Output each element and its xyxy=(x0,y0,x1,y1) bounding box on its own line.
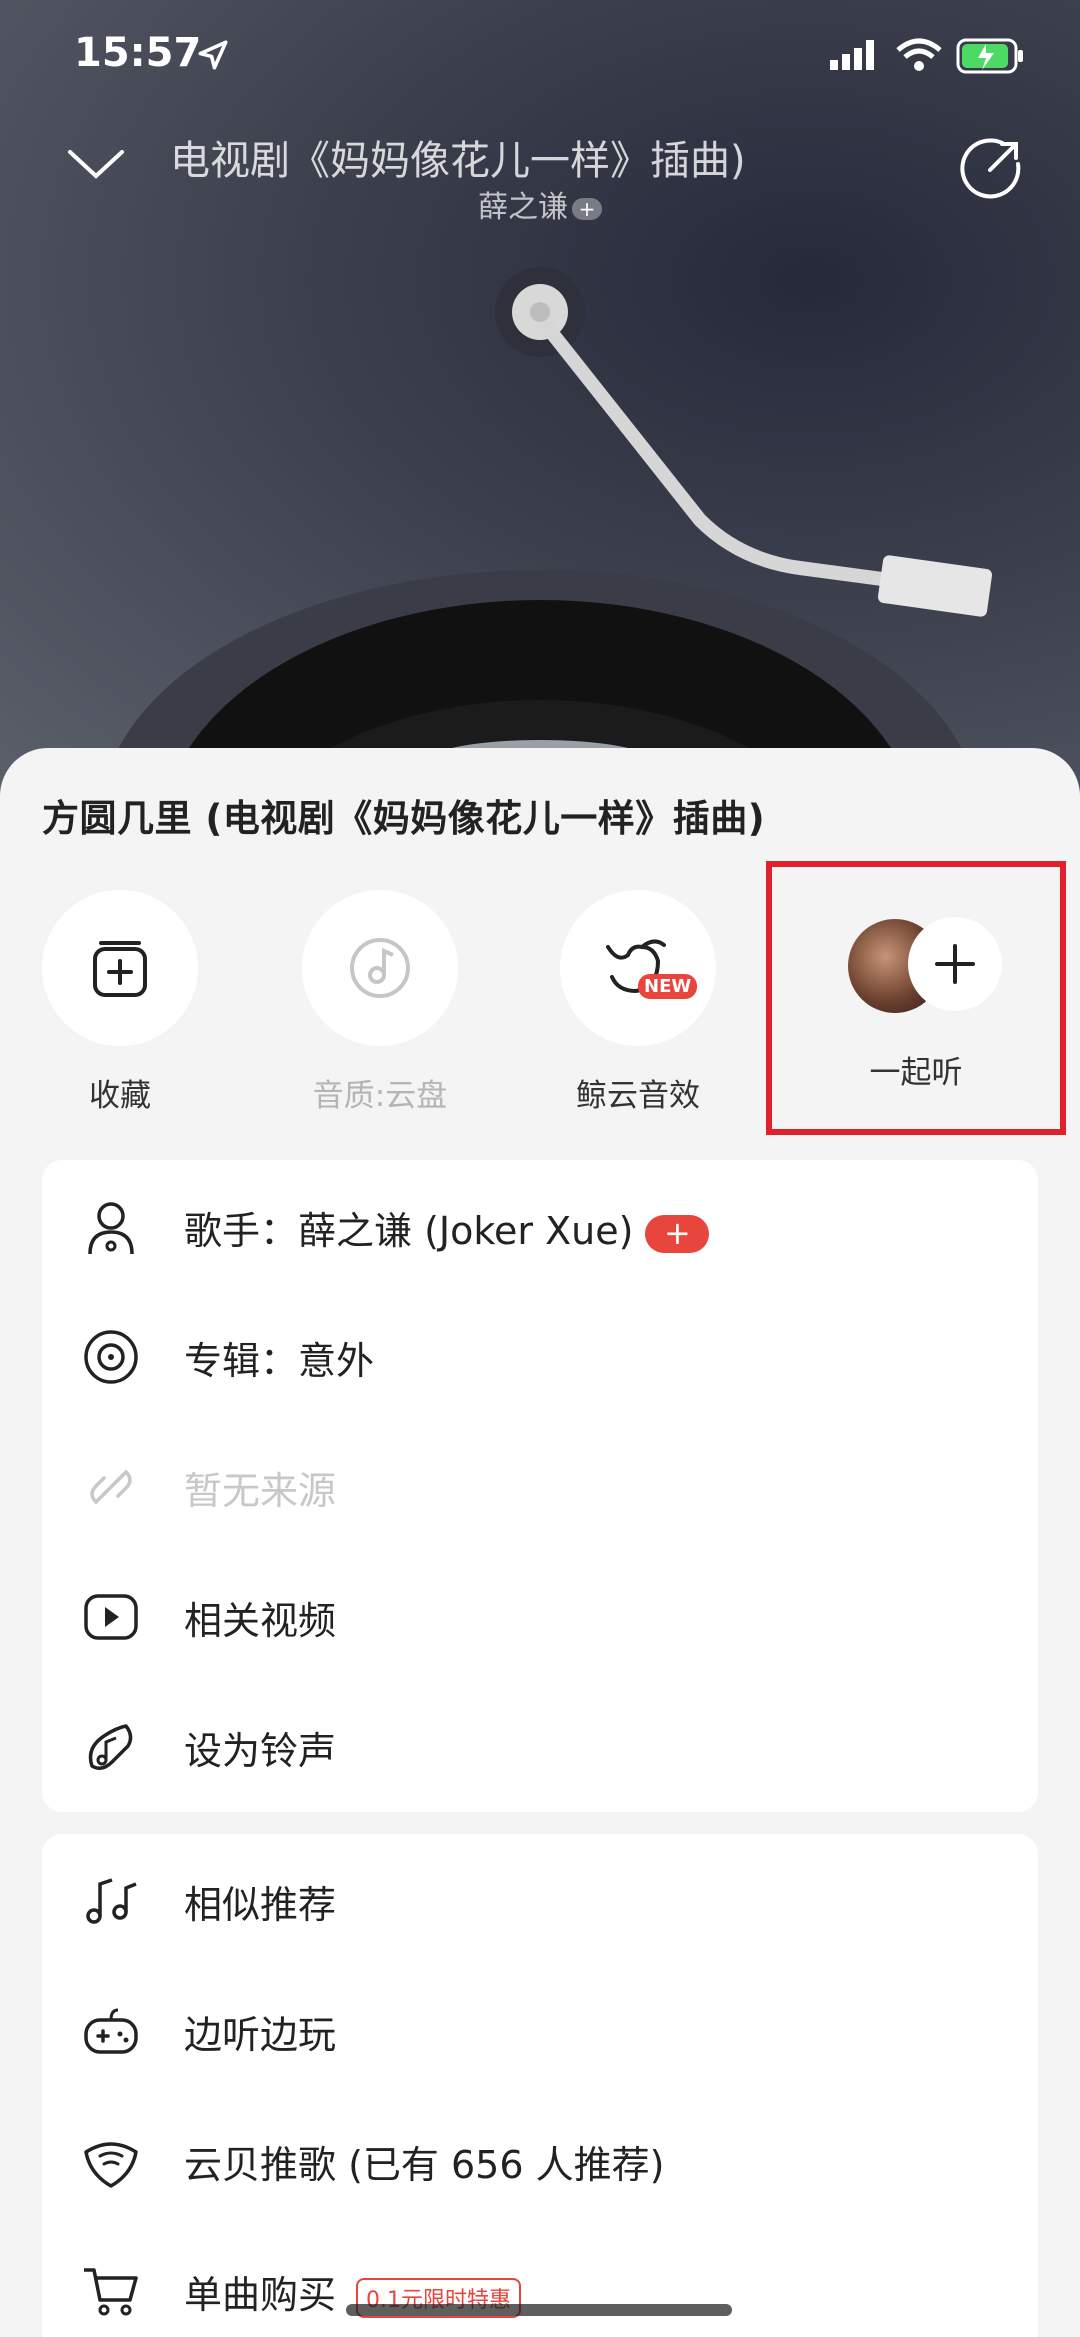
collect-icon xyxy=(93,941,147,997)
cart-icon xyxy=(84,2268,138,2316)
location-arrow-icon xyxy=(198,40,228,70)
whale-effect-label: 鲸云音效 xyxy=(576,1078,700,1114)
listen-together-action[interactable]: 一起听 xyxy=(766,861,1066,1135)
similar-row[interactable]: 相似推荐 xyxy=(42,1834,1038,1964)
gamepad-icon xyxy=(84,2008,138,2054)
follow-artist-button[interactable]: + xyxy=(572,197,602,220)
more-card: 相似推荐 边听边玩 云贝推歌 (已有 656 人推荐) 单曲购买 0.1元限时特惠 xyxy=(42,1834,1038,2337)
play-while-listening-label: 边听边玩 xyxy=(184,2013,337,2057)
similar-icon xyxy=(86,1878,137,1924)
singer-label: 歌手：薛之谦 (Joker Xue) xyxy=(184,1209,634,1253)
album-label: 专辑：意外 xyxy=(184,1339,375,1383)
cloud-shell-label: 云贝推歌 (已有 656 人推荐) xyxy=(184,2143,665,2187)
follow-singer-button[interactable]: + xyxy=(645,1214,710,1253)
artist-row[interactable]: 薛之谦 + xyxy=(0,182,1080,226)
status-bar: 15:57 xyxy=(0,0,1080,110)
album-icon xyxy=(84,1330,138,1384)
ringtone-row[interactable]: 设为铃声 xyxy=(42,1680,1038,1810)
listen-together-label: 一起听 xyxy=(869,1055,963,1091)
video-row[interactable]: 相关视频 xyxy=(42,1550,1038,1680)
singer-row[interactable]: 歌手：薛之谦 (Joker Xue) + xyxy=(42,1160,1038,1290)
cloud-shell-row[interactable]: 云贝推歌 (已有 656 人推荐) xyxy=(42,2094,1038,2224)
artist-name[interactable]: 薛之谦 xyxy=(478,190,568,225)
sheet-title: 方圆几里 (电视剧《妈妈像花儿一样》插曲) xyxy=(42,797,766,840)
battery-icon xyxy=(956,38,1023,74)
quality-action[interactable]: 音质:云盘 xyxy=(300,890,460,1115)
new-badge: NEW xyxy=(638,974,698,999)
song-action-sheet: 方圆几里 (电视剧《妈妈像花儿一样》插曲) 收藏 音质:云盘 NEW 鲸云音效 xyxy=(0,748,1080,2337)
turntable-illustration xyxy=(101,267,993,800)
cellular-signal-icon xyxy=(830,40,874,70)
purchase-row[interactable]: 单曲购买 0.1元限时特惠 xyxy=(42,2224,1038,2337)
ringtone-icon xyxy=(88,1724,133,1770)
source-row: 暂无来源 xyxy=(42,1420,1038,1550)
song-title: 电视剧《妈妈像花儿一样》插曲) xyxy=(170,138,746,184)
whale-effect-action[interactable]: NEW 鲸云音效 xyxy=(558,890,718,1115)
status-time: 15:57 xyxy=(74,30,202,76)
ringtone-label: 设为铃声 xyxy=(184,1729,337,1773)
video-label: 相关视频 xyxy=(184,1599,337,1643)
plus-icon xyxy=(935,944,975,984)
video-icon xyxy=(84,1594,138,1640)
album-row[interactable]: 专辑：意外 xyxy=(42,1290,1038,1420)
play-while-listening-row[interactable]: 边听边玩 xyxy=(42,1964,1038,2094)
similar-label: 相似推荐 xyxy=(184,1883,337,1927)
wifi-icon xyxy=(896,38,942,71)
cloud-shell-icon xyxy=(84,2142,138,2188)
purchase-label: 单曲购买 xyxy=(184,2273,337,2317)
link-icon xyxy=(90,1469,132,1505)
singer-icon xyxy=(88,1202,134,1255)
quality-icon xyxy=(350,938,410,998)
collect-action[interactable]: 收藏 xyxy=(40,890,200,1115)
collect-label: 收藏 xyxy=(89,1078,151,1114)
info-card: 歌手：薛之谦 (Joker Xue) + 专辑：意外 暂无来源 相关视频 设为铃声 xyxy=(42,1160,1038,1812)
quality-label: 音质:云盘 xyxy=(312,1078,448,1114)
home-indicator[interactable] xyxy=(346,2304,732,2316)
source-label: 暂无来源 xyxy=(184,1469,337,1513)
